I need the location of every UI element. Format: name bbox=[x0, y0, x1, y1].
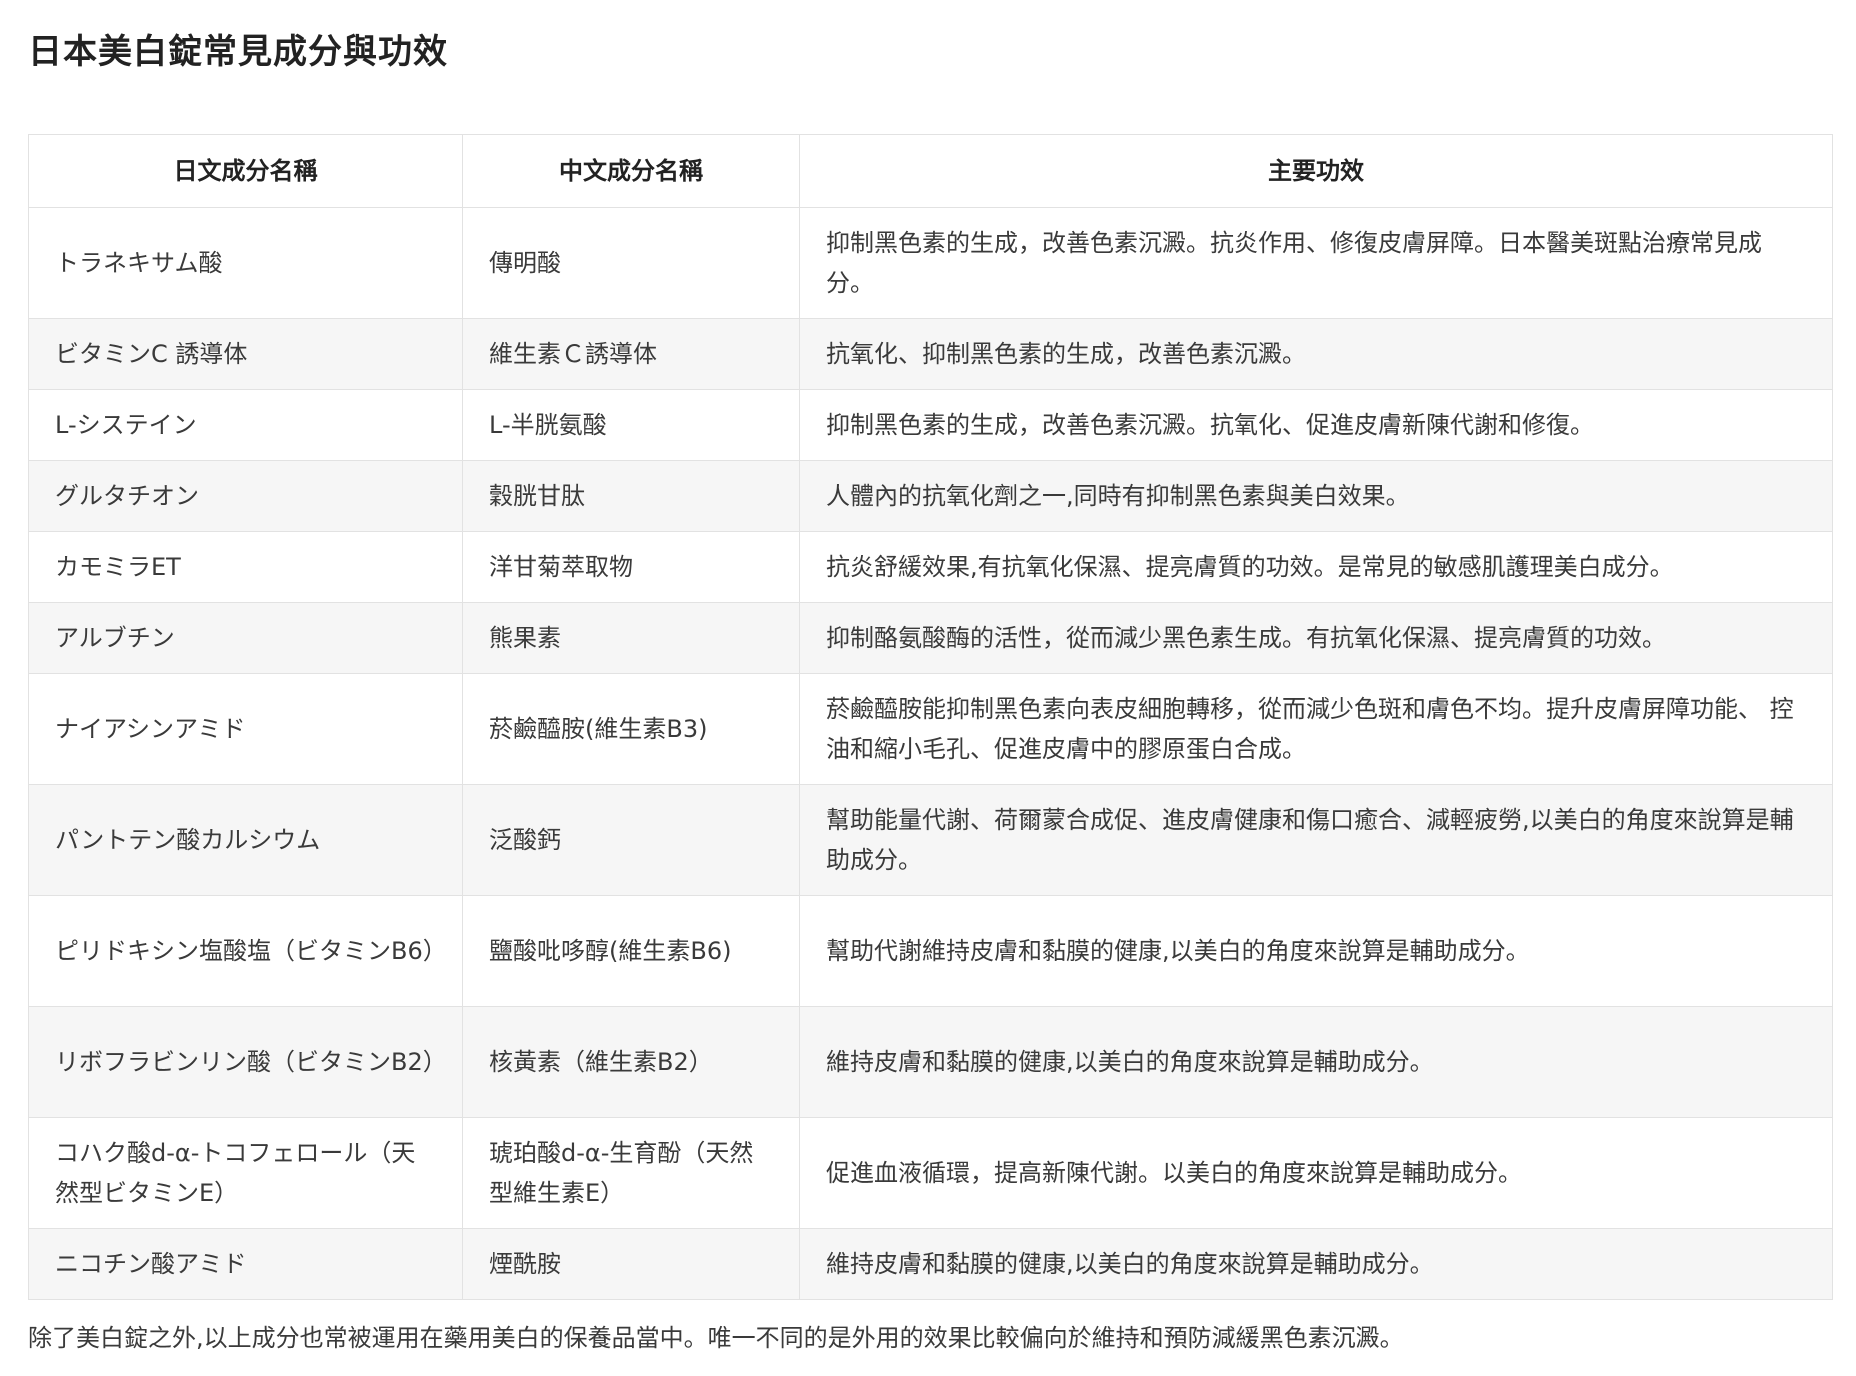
table-row: トラネキサム酸 傳明酸 抑制黑色素的生成，改善色素沉澱。抗炎作用、修復皮膚屏障。… bbox=[28, 207, 1833, 319]
header-chinese-name: 中文成分名稱 bbox=[462, 134, 800, 208]
table-body: トラネキサム酸 傳明酸 抑制黑色素的生成，改善色素沉澱。抗炎作用、修復皮膚屏障。… bbox=[28, 207, 1833, 1300]
cell-chinese-name: 核黃素（維生素B2） bbox=[462, 1006, 800, 1118]
cell-chinese-name: 穀胱甘肽 bbox=[462, 460, 800, 532]
cell-japanese-name: ナイアシンアミド bbox=[28, 673, 463, 785]
cell-main-effect: 菸鹼醯胺能抑制黑色素向表皮細胞轉移，從而減少色斑和膚色不均。提升皮膚屏障功能、 … bbox=[799, 673, 1833, 785]
cell-main-effect: 幫助能量代謝、荷爾蒙合成促、進皮膚健康和傷口癒合、減輕疲勞,以美白的角度來說算是… bbox=[799, 784, 1833, 896]
cell-main-effect: 抑制黑色素的生成，改善色素沉澱。抗炎作用、修復皮膚屏障。日本醫美斑點治療常見成分… bbox=[799, 207, 1833, 319]
cell-japanese-name: L-システイン bbox=[28, 389, 463, 461]
cell-japanese-name: グルタチオン bbox=[28, 460, 463, 532]
table-row: アルブチン 熊果素 抑制酪氨酸酶的活性，從而減少黑色素生成。有抗氧化保濕、提亮膚… bbox=[28, 602, 1833, 674]
table-row: ナイアシンアミド 菸鹼醯胺(維生素B3) 菸鹼醯胺能抑制黑色素向表皮細胞轉移，從… bbox=[28, 673, 1833, 785]
cell-japanese-name: リボフラビンリン酸（ビタミンB2） bbox=[28, 1006, 463, 1118]
cell-chinese-name: 洋甘菊萃取物 bbox=[462, 531, 800, 603]
cell-chinese-name: 琥珀酸d-α-生育酚（天然型維生素E） bbox=[462, 1117, 800, 1229]
cell-main-effect: 維持皮膚和黏膜的健康,以美白的角度來說算是輔助成分。 bbox=[799, 1006, 1833, 1118]
header-japanese-name: 日文成分名稱 bbox=[28, 134, 463, 208]
ingredients-table-container: 日文成分名稱 中文成分名稱 主要功效 トラネキサム酸 傳明酸 抑制黑色素的生成，… bbox=[28, 134, 1833, 1300]
table-row: ニコチン酸アミド 煙酰胺 維持皮膚和黏膜的健康,以美白的角度來說算是輔助成分。 bbox=[28, 1228, 1833, 1300]
table-header: 日文成分名稱 中文成分名稱 主要功效 bbox=[28, 134, 1833, 208]
header-row: 日文成分名稱 中文成分名稱 主要功效 bbox=[28, 134, 1833, 208]
cell-japanese-name: パントテン酸カルシウム bbox=[28, 784, 463, 896]
cell-japanese-name: コハク酸d-α-トコフェロール（天然型ビタミンE） bbox=[28, 1117, 463, 1229]
cell-chinese-name: 菸鹼醯胺(維生素B3) bbox=[462, 673, 800, 785]
cell-main-effect: 人體內的抗氧化劑之一,同時有抑制黑色素與美白效果。 bbox=[799, 460, 1833, 532]
cell-main-effect: 促進血液循環，提高新陳代謝。以美白的角度來說算是輔助成分。 bbox=[799, 1117, 1833, 1229]
article-section: 日本美白錠常見成分與功效 日文成分名稱 中文成分名稱 主要功效 トラネキサム酸 … bbox=[0, 0, 1856, 1376]
cell-main-effect: 維持皮膚和黏膜的健康,以美白的角度來說算是輔助成分。 bbox=[799, 1228, 1833, 1300]
table-row: リボフラビンリン酸（ビタミンB2） 核黃素（維生素B2） 維持皮膚和黏膜的健康,… bbox=[28, 1006, 1833, 1118]
cell-japanese-name: ピリドキシン塩酸塩（ビタミンB6） bbox=[28, 895, 463, 1007]
cell-chinese-name: 維生素Ｃ誘導体 bbox=[462, 318, 800, 390]
cell-japanese-name: カモミラET bbox=[28, 531, 463, 603]
table-row: カモミラET 洋甘菊萃取物 抗炎舒緩效果,有抗氧化保濕、提亮膚質的功效。是常見的… bbox=[28, 531, 1833, 603]
cell-main-effect: 抗炎舒緩效果,有抗氧化保濕、提亮膚質的功效。是常見的敏感肌護理美白成分。 bbox=[799, 531, 1833, 603]
table-row: ビタミンC 誘導体 維生素Ｃ誘導体 抗氧化、抑制黑色素的生成，改善色素沉澱。 bbox=[28, 318, 1833, 390]
ingredients-table: 日文成分名稱 中文成分名稱 主要功效 トラネキサム酸 傳明酸 抑制黑色素的生成，… bbox=[28, 134, 1833, 1300]
cell-chinese-name: 泛酸鈣 bbox=[462, 784, 800, 896]
cell-main-effect: 抑制酪氨酸酶的活性，從而減少黑色素生成。有抗氧化保濕、提亮膚質的功效。 bbox=[799, 602, 1833, 674]
cell-main-effect: 抑制黑色素的生成，改善色素沉澱。抗氧化、促進皮膚新陳代謝和修復。 bbox=[799, 389, 1833, 461]
cell-chinese-name: 鹽酸吡哆醇(維生素B6) bbox=[462, 895, 800, 1007]
cell-japanese-name: トラネキサム酸 bbox=[28, 207, 463, 319]
table-row: グルタチオン 穀胱甘肽 人體內的抗氧化劑之一,同時有抑制黑色素與美白效果。 bbox=[28, 460, 1833, 532]
table-row: L-システイン L-半胱氨酸 抑制黑色素的生成，改善色素沉澱。抗氧化、促進皮膚新… bbox=[28, 389, 1833, 461]
header-main-effect: 主要功效 bbox=[799, 134, 1833, 208]
cell-chinese-name: 煙酰胺 bbox=[462, 1228, 800, 1300]
table-row: パントテン酸カルシウム 泛酸鈣 幫助能量代謝、荷爾蒙合成促、進皮膚健康和傷口癒合… bbox=[28, 784, 1833, 896]
footer-note: 除了美白錠之外,以上成分也常被運用在藥用美白的保養品當中。唯一不同的是外用的效果… bbox=[28, 1324, 1404, 1352]
cell-main-effect: 幫助代謝維持皮膚和黏膜的健康,以美白的角度來說算是輔助成分。 bbox=[799, 895, 1833, 1007]
cell-japanese-name: アルブチン bbox=[28, 602, 463, 674]
cell-chinese-name: L-半胱氨酸 bbox=[462, 389, 800, 461]
cell-main-effect: 抗氧化、抑制黑色素的生成，改善色素沉澱。 bbox=[799, 318, 1833, 390]
cell-chinese-name: 傳明酸 bbox=[462, 207, 800, 319]
table-row: コハク酸d-α-トコフェロール（天然型ビタミンE） 琥珀酸d-α-生育酚（天然型… bbox=[28, 1117, 1833, 1229]
table-row: ピリドキシン塩酸塩（ビタミンB6） 鹽酸吡哆醇(維生素B6) 幫助代謝維持皮膚和… bbox=[28, 895, 1833, 1007]
cell-japanese-name: ビタミンC 誘導体 bbox=[28, 318, 463, 390]
cell-japanese-name: ニコチン酸アミド bbox=[28, 1228, 463, 1300]
page-title: 日本美白錠常見成分與功效 bbox=[28, 32, 448, 72]
cell-chinese-name: 熊果素 bbox=[462, 602, 800, 674]
